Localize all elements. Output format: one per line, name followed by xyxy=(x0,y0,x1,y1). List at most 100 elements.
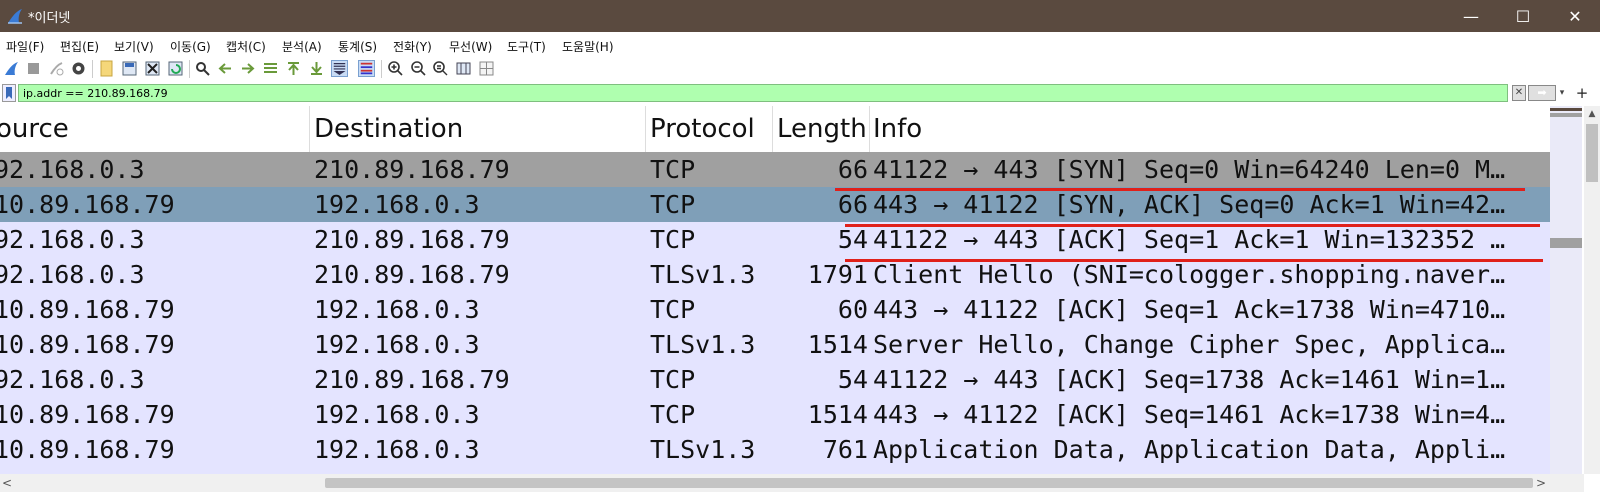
menu-file[interactable]: 파일(F) xyxy=(6,38,44,55)
minimap-marker xyxy=(1550,108,1582,111)
column-header-destination[interactable]: Destination xyxy=(314,114,463,144)
maximize-button[interactable]: ☐ xyxy=(1500,0,1546,32)
save-file-icon[interactable] xyxy=(121,60,138,77)
packet-length: 1514 xyxy=(807,400,868,429)
wireshark-fin-icon xyxy=(8,9,22,24)
menu-help[interactable]: 도움말(H) xyxy=(562,38,614,55)
autoscroll-icon[interactable] xyxy=(331,60,348,77)
clear-filter-icon[interactable]: ✕ xyxy=(1512,85,1526,101)
filter-history-dropdown-icon[interactable]: ▾ xyxy=(1557,85,1567,101)
packet-info: Application Data, Application Data, Appl… xyxy=(873,435,1506,464)
column-header-info[interactable]: Info xyxy=(873,114,922,144)
packet-row[interactable]: 92.168.0.3 210.89.168.79 TCP 66 41122 → … xyxy=(0,152,1550,187)
first-packet-icon[interactable] xyxy=(285,60,302,77)
packet-protocol: TLSv1.3 xyxy=(650,260,756,289)
close-button[interactable]: ✕ xyxy=(1552,0,1598,32)
menu-capture[interactable]: 캡처(C) xyxy=(226,38,266,55)
column-separator[interactable] xyxy=(309,106,310,152)
packet-list[interactable]: ource Destination Protocol Length Info 9… xyxy=(0,106,1550,474)
column-separator[interactable] xyxy=(645,106,646,152)
go-to-packet-icon[interactable] xyxy=(262,60,279,77)
find-packet-icon[interactable] xyxy=(194,60,211,77)
packet-row[interactable]: 92.168.0.3 210.89.168.79 TCP 54 41122 → … xyxy=(0,222,1550,257)
title-bar: *이더넷 — ☐ ✕ xyxy=(0,0,1600,32)
column-header-length[interactable]: Length xyxy=(777,114,867,144)
packet-protocol: TLSv1.3 xyxy=(650,435,756,464)
vertical-scroll-thumb[interactable] xyxy=(1586,124,1598,182)
packet-row[interactable]: 92.168.0.3 210.89.168.79 TLSv1.3 1791 Cl… xyxy=(0,257,1550,292)
packet-info: 443 → 41122 [SYN, ACK] Seq=0 Ack=1 Win=4… xyxy=(873,190,1506,219)
open-file-icon[interactable] xyxy=(98,60,115,77)
packet-minimap[interactable] xyxy=(1550,106,1582,474)
packet-info: 443 → 41122 [ACK] Seq=1461 Ack=1738 Win=… xyxy=(873,400,1506,429)
display-filter-input[interactable] xyxy=(18,84,1508,102)
menu-wireless[interactable]: 무선(W) xyxy=(449,38,492,55)
start-capture-icon[interactable] xyxy=(3,60,20,77)
scroll-left-icon[interactable]: < xyxy=(0,474,14,492)
minimize-icon: — xyxy=(1463,6,1479,26)
close-file-icon[interactable] xyxy=(144,60,161,77)
toolbar-separator xyxy=(189,60,190,78)
column-separator[interactable] xyxy=(772,106,773,152)
menu-analyze[interactable]: 분석(A) xyxy=(282,38,322,55)
horizontal-scrollbar[interactable]: < > xyxy=(0,474,1584,492)
window-title: *이더넷 xyxy=(28,11,71,26)
menu-view[interactable]: 보기(V) xyxy=(114,38,154,55)
column-separator[interactable] xyxy=(869,106,870,152)
go-forward-icon[interactable] xyxy=(239,60,256,77)
horizontal-scroll-thumb[interactable] xyxy=(325,478,1533,488)
menu-telephony[interactable]: 전화(Y) xyxy=(393,38,432,55)
packet-row[interactable]: 10.89.168.79 192.168.0.3 TCP 66 443 → 41… xyxy=(0,187,1550,222)
layout-icon[interactable] xyxy=(478,60,495,77)
colorize-icon[interactable] xyxy=(358,60,375,77)
column-header-source[interactable]: ource xyxy=(0,114,69,144)
packet-row[interactable]: 10.89.168.79 192.168.0.3 TLSv1.3 761 App… xyxy=(0,432,1550,467)
menu-bar: 파일(F) 편집(E) 보기(V) 이동(G) 캡처(C) 분석(A) 통계(S… xyxy=(0,34,1600,56)
vertical-scrollbar[interactable]: ▲ xyxy=(1584,106,1600,474)
packet-list-header: ource Destination Protocol Length Info xyxy=(0,106,1550,153)
packet-destination: 192.168.0.3 xyxy=(314,190,480,219)
packet-destination: 192.168.0.3 xyxy=(314,400,480,429)
packet-protocol: TCP xyxy=(650,365,696,394)
packet-destination: 210.89.168.79 xyxy=(314,365,510,394)
packet-info: Client Hello (SNI=cologger.shopping.nave… xyxy=(873,260,1506,289)
packet-source: 10.89.168.79 xyxy=(0,400,175,429)
zoom-out-icon[interactable] xyxy=(410,60,427,77)
display-filter-bar: ✕ ➡ ▾ + xyxy=(0,83,1600,103)
go-back-icon[interactable] xyxy=(217,60,234,77)
packet-protocol: TCP xyxy=(650,190,696,219)
menu-tools[interactable]: 도구(T) xyxy=(507,38,546,55)
packet-info: 443 → 41122 [ACK] Seq=1 Ack=1738 Win=471… xyxy=(873,295,1506,324)
restart-capture-icon[interactable] xyxy=(48,60,65,77)
packet-protocol: TCP xyxy=(650,155,696,184)
capture-options-icon[interactable] xyxy=(70,60,87,77)
packet-row[interactable]: 10.89.168.79 192.168.0.3 TCP 1514 443 → … xyxy=(0,397,1550,432)
scroll-right-icon[interactable]: > xyxy=(1534,474,1548,492)
filter-bookmark-icon[interactable] xyxy=(2,84,16,102)
resize-columns-icon[interactable] xyxy=(455,60,472,77)
zoom-in-icon[interactable] xyxy=(387,60,404,77)
packet-length: 66 xyxy=(837,155,868,184)
packet-length: 761 xyxy=(822,435,868,464)
last-packet-icon[interactable] xyxy=(308,60,325,77)
packet-destination: 192.168.0.3 xyxy=(314,435,480,464)
menu-edit[interactable]: 편집(E) xyxy=(60,38,99,55)
packet-length: 60 xyxy=(837,295,868,324)
packet-source: 92.168.0.3 xyxy=(0,155,145,184)
minimap-marker xyxy=(1550,238,1582,248)
stop-capture-icon[interactable] xyxy=(25,60,42,77)
normal-size-icon[interactable] xyxy=(432,60,449,77)
column-header-protocol[interactable]: Protocol xyxy=(650,114,755,144)
packet-row[interactable]: 10.89.168.79 192.168.0.3 TLSv1.3 1514 Se… xyxy=(0,327,1550,362)
reload-file-icon[interactable] xyxy=(167,60,184,77)
scroll-up-icon[interactable]: ▲ xyxy=(1584,106,1600,122)
menu-statistics[interactable]: 통계(S) xyxy=(338,38,377,55)
packet-row[interactable]: 10.89.168.79 192.168.0.3 TCP 60 443 → 41… xyxy=(0,292,1550,327)
apply-filter-icon[interactable]: ➡ xyxy=(1528,85,1556,101)
packet-source: 10.89.168.79 xyxy=(0,295,175,324)
add-filter-button-icon[interactable]: + xyxy=(1574,84,1590,102)
packet-row[interactable]: 92.168.0.3 210.89.168.79 TCP 54 41122 → … xyxy=(0,362,1550,397)
packet-destination: 210.89.168.79 xyxy=(314,225,510,254)
minimize-button[interactable]: — xyxy=(1448,0,1494,32)
menu-go[interactable]: 이동(G) xyxy=(170,38,211,55)
